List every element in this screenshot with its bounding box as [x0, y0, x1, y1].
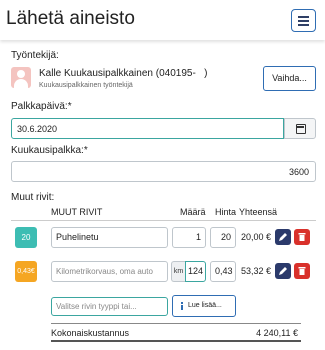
read-more-label: Lue lisää... — [188, 302, 222, 309]
row-price-input[interactable]: 20 — [210, 227, 236, 248]
edit-row-button[interactable] — [275, 229, 291, 245]
read-more-button[interactable]: Lue lisää... — [172, 295, 236, 317]
row-type-badge: 20 — [15, 227, 37, 248]
edit-row-button[interactable] — [275, 263, 291, 279]
monthly-salary-label: Kuukausipalkka:* — [11, 145, 88, 156]
row-unit-label: km — [171, 261, 185, 282]
total-cost-label: Kokonaiskustannus — [51, 328, 130, 338]
pencil-icon — [279, 267, 287, 275]
other-rows-label: Muut rivit: — [11, 192, 55, 203]
calendar-icon — [296, 124, 306, 134]
row-description-input[interactable]: Kilometrikorvaus, oma auto — [51, 261, 168, 282]
column-header-total: Yhteensä — [239, 207, 278, 217]
avatar — [11, 67, 31, 88]
employee-role: Kuukausipalkkainen työntekijä — [39, 82, 133, 89]
monthly-salary-input[interactable]: 3600 — [11, 161, 316, 182]
total-cost-value: 4 240,11 € — [256, 328, 298, 338]
delete-row-button[interactable] — [294, 229, 310, 245]
info-icon — [181, 302, 183, 310]
row-qty-input[interactable]: 124 — [185, 261, 206, 282]
pay-day-input[interactable]: 30.6.2020 — [11, 118, 284, 139]
row-total: 53,32 € — [240, 266, 271, 276]
summary-bottom-divider — [51, 340, 301, 342]
employee-name: Kalle Kuukausipalkkainen (040195- ) — [39, 68, 208, 79]
pencil-icon — [279, 233, 287, 241]
change-employee-button[interactable]: Vaihda... — [263, 66, 316, 91]
employee-label: Työntekijä: — [11, 50, 59, 61]
row-type-input[interactable]: Valitse rivin tyyppi tai... — [51, 297, 168, 316]
trash-icon — [298, 267, 306, 275]
column-header-rows: MUUT RIVIT — [51, 207, 103, 217]
row-type-badge: 0,43€ — [15, 261, 37, 282]
row-qty-input[interactable]: 1 — [172, 227, 206, 248]
page-title: Lähetä aineisto — [6, 8, 135, 29]
app-header: Lähetä aineisto — [0, 0, 325, 40]
delete-row-button[interactable] — [294, 263, 310, 279]
summary-divider — [51, 323, 301, 324]
header-divider — [11, 220, 316, 221]
trash-icon — [298, 233, 306, 241]
row-price-input[interactable]: 0,43 — [210, 261, 236, 282]
row-total: 20,00 € — [240, 232, 271, 242]
hamburger-menu-icon — [298, 15, 309, 18]
column-header-price: Hinta — [215, 207, 237, 217]
row-description-input[interactable]: Puhelinetu — [51, 227, 168, 248]
pay-day-label: Palkkapäivä:* — [11, 101, 72, 112]
column-header-qty: Määrä — [180, 207, 206, 217]
hamburger-menu-button[interactable] — [291, 9, 316, 32]
calendar-button[interactable] — [284, 118, 316, 139]
